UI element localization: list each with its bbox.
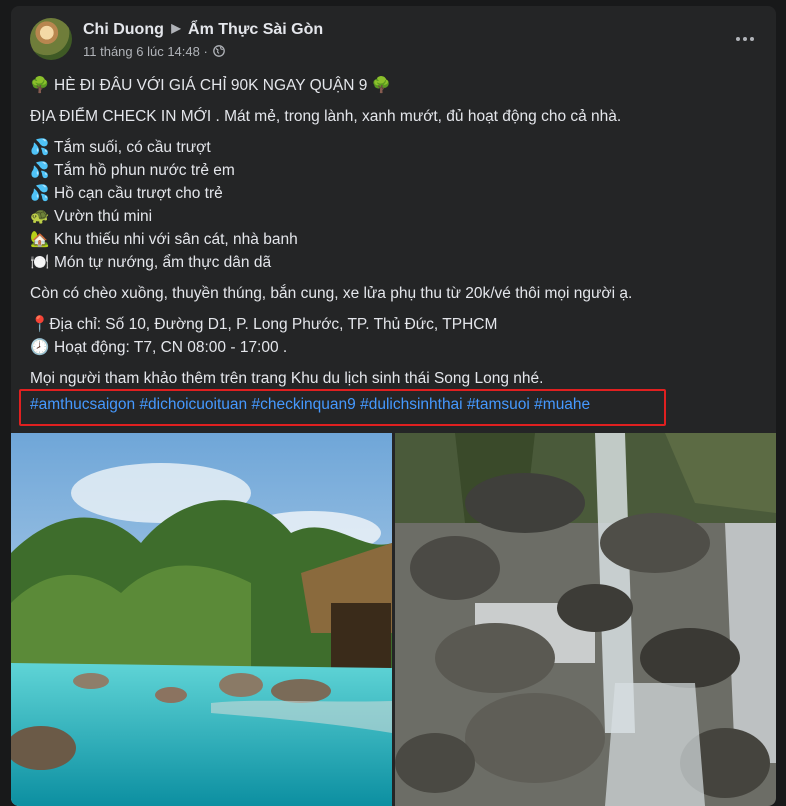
globe-icon[interactable]: [213, 45, 226, 57]
feature-item: 🏡 Khu thiếu nhi với sân cát, nhà banh: [30, 228, 760, 251]
droplets-icon: 💦: [30, 185, 50, 202]
tree-icon: 🌳: [371, 77, 391, 94]
feature-item: 🐢 Vườn thú mini: [30, 205, 760, 228]
post-closing: Mọi người tham khảo thêm trên trang Khu …: [30, 370, 544, 387]
hours-line: 🕗 Hoạt động: T7, CN 08:00 - 17:00 .: [30, 336, 760, 359]
post-body: 🌳 HÈ ĐI ĐÂU VỚI GIÁ CHỈ 90K NGAY QUẬN 9 🌳…: [30, 74, 760, 390]
pin-icon: 📍: [30, 316, 50, 333]
droplets-icon: 💦: [30, 139, 50, 156]
plate-icon: 🍽️: [30, 254, 50, 271]
hashtag-link[interactable]: #dichoicuoituan: [139, 396, 247, 413]
author-name[interactable]: Chi Duong: [83, 21, 164, 38]
post-timestamp[interactable]: 11 tháng 6 lúc 14:48: [83, 44, 200, 59]
clock-icon: 🕗: [30, 339, 50, 356]
feature-item: 🍽️ Món tự nướng, ẩm thực dân dã: [30, 251, 760, 274]
hashtag-row: #amthucsaigon #dichoicuoituan #checkinqu…: [19, 389, 666, 426]
feature-text: Vườn thú mini: [54, 208, 153, 225]
turtle-icon: 🐢: [30, 208, 50, 225]
hashtag-link[interactable]: #dulichsinhthai: [360, 396, 463, 413]
feature-item: 💦 Hồ cạn cầu trượt cho trẻ: [30, 182, 760, 205]
post-header: Chi Duong ▶ Ẩm Thực Sài Gòn 11 tháng 6 l…: [11, 6, 776, 70]
feature-item: 💦 Tắm suối, có cầu trượt: [30, 136, 760, 159]
hashtag-link[interactable]: #amthucsaigon: [30, 396, 135, 413]
post-card: Chi Duong ▶ Ẩm Thực Sài Gòn 11 tháng 6 l…: [11, 6, 776, 806]
photo-stream-pool[interactable]: [11, 433, 392, 806]
feature-item: 💦 Tắm hồ phun nước trẻ em: [30, 159, 760, 182]
hashtag-link[interactable]: #muahe: [534, 396, 590, 413]
tree-icon: 🌳: [30, 77, 50, 94]
group-name[interactable]: Ẩm Thực Sài Gòn: [188, 21, 323, 38]
address-line: 📍Địa chỉ: Số 10, Đường D1, P. Long Phước…: [30, 313, 760, 336]
meta-separator: ·: [203, 44, 212, 59]
feature-text: Hồ cạn cầu trượt cho trẻ: [54, 185, 223, 202]
house-icon: 🏡: [30, 231, 50, 248]
hashtag-link[interactable]: #checkinquan9: [251, 396, 355, 413]
feature-text: Tắm hồ phun nước trẻ em: [54, 162, 235, 179]
post-intro: ĐỊA ĐIỂM CHECK IN MỚI . Mát mẻ, trong là…: [30, 108, 622, 125]
feature-text: Món tự nướng, ẩm thực dân dã: [54, 254, 272, 271]
post-hours: Hoạt động: T7, CN 08:00 - 17:00 .: [54, 339, 288, 356]
triangle-right-icon: ▶: [171, 21, 181, 35]
post-address: Địa chỉ: Số 10, Đường D1, P. Long Phước,…: [49, 316, 498, 333]
photo-waterfall[interactable]: [395, 433, 776, 806]
post-meta: 11 tháng 6 lúc 14:48 ·: [83, 44, 226, 59]
hashtag-link[interactable]: #tamsuoi: [467, 396, 530, 413]
author-line: Chi Duong ▶ Ẩm Thực Sài Gòn: [83, 21, 323, 39]
feature-text: Khu thiếu nhi với sân cát, nhà banh: [54, 231, 298, 248]
post-headline: HÈ ĐI ĐÂU VỚI GIÁ CHỈ 90K NGAY QUẬN 9: [54, 77, 368, 94]
headline-line: 🌳 HÈ ĐI ĐÂU VỚI GIÁ CHỈ 90K NGAY QUẬN 9 🌳: [30, 74, 760, 97]
feature-text: Tắm suối, có cầu trượt: [54, 139, 211, 156]
more-options-icon[interactable]: [734, 28, 756, 50]
droplets-icon: 💦: [30, 162, 50, 179]
post-extras: Còn có chèo xuồng, thuyền thúng, bắn cun…: [30, 285, 633, 302]
author-avatar[interactable]: [30, 18, 72, 60]
